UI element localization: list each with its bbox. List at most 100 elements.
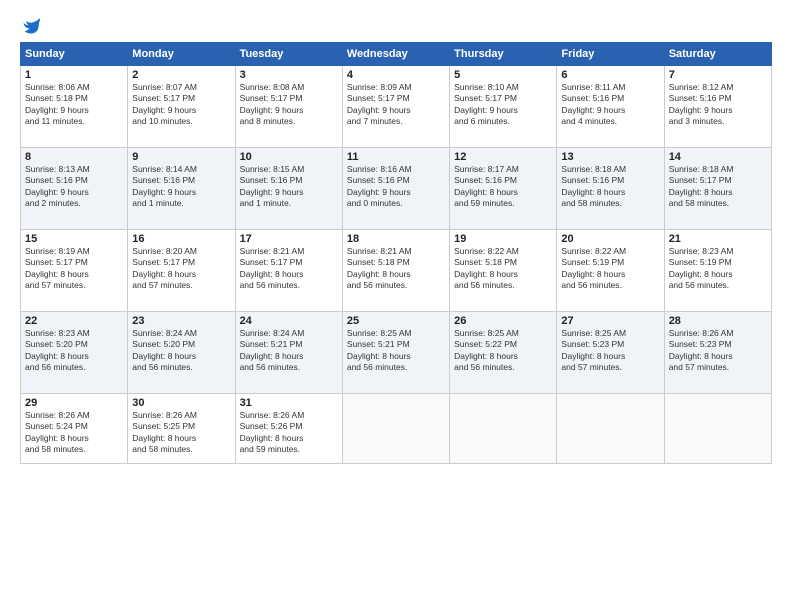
day-number: 7 <box>669 69 767 81</box>
day-info: Sunrise: 8:06 AMSunset: 5:18 PMDaylight:… <box>25 82 123 128</box>
calendar-day-cell: 2Sunrise: 8:07 AMSunset: 5:17 PMDaylight… <box>128 66 235 148</box>
calendar-day-cell: 3Sunrise: 8:08 AMSunset: 5:17 PMDaylight… <box>235 66 342 148</box>
day-info: Sunrise: 8:25 AMSunset: 5:21 PMDaylight:… <box>347 328 445 374</box>
day-info: Sunrise: 8:21 AMSunset: 5:17 PMDaylight:… <box>240 246 338 292</box>
day-number: 28 <box>669 315 767 327</box>
day-info: Sunrise: 8:08 AMSunset: 5:17 PMDaylight:… <box>240 82 338 128</box>
day-info: Sunrise: 8:16 AMSunset: 5:16 PMDaylight:… <box>347 164 445 210</box>
calendar-week-row: 1Sunrise: 8:06 AMSunset: 5:18 PMDaylight… <box>21 66 772 148</box>
day-number: 29 <box>25 397 123 409</box>
day-number: 22 <box>25 315 123 327</box>
calendar-day-cell: 29Sunrise: 8:26 AMSunset: 5:24 PMDayligh… <box>21 394 128 464</box>
calendar-day-cell: 17Sunrise: 8:21 AMSunset: 5:17 PMDayligh… <box>235 230 342 312</box>
weekday-header-monday: Monday <box>128 43 235 66</box>
day-number: 23 <box>132 315 230 327</box>
day-info: Sunrise: 8:07 AMSunset: 5:17 PMDaylight:… <box>132 82 230 128</box>
day-info: Sunrise: 8:25 AMSunset: 5:22 PMDaylight:… <box>454 328 552 374</box>
day-number: 16 <box>132 233 230 245</box>
calendar-day-cell: 19Sunrise: 8:22 AMSunset: 5:18 PMDayligh… <box>450 230 557 312</box>
day-info: Sunrise: 8:24 AMSunset: 5:20 PMDaylight:… <box>132 328 230 374</box>
day-number: 5 <box>454 69 552 81</box>
calendar-day-cell: 7Sunrise: 8:12 AMSunset: 5:16 PMDaylight… <box>664 66 771 148</box>
day-number: 15 <box>25 233 123 245</box>
weekday-header-friday: Friday <box>557 43 664 66</box>
calendar-day-cell <box>342 394 449 464</box>
calendar-day-cell: 18Sunrise: 8:21 AMSunset: 5:18 PMDayligh… <box>342 230 449 312</box>
calendar-day-cell <box>450 394 557 464</box>
calendar-day-cell: 26Sunrise: 8:25 AMSunset: 5:22 PMDayligh… <box>450 312 557 394</box>
day-number: 19 <box>454 233 552 245</box>
day-number: 24 <box>240 315 338 327</box>
day-number: 30 <box>132 397 230 409</box>
day-number: 2 <box>132 69 230 81</box>
calendar-day-cell: 9Sunrise: 8:14 AMSunset: 5:16 PMDaylight… <box>128 148 235 230</box>
day-number: 25 <box>347 315 445 327</box>
logo-bird-icon <box>22 16 42 36</box>
day-number: 10 <box>240 151 338 163</box>
calendar-day-cell: 14Sunrise: 8:18 AMSunset: 5:17 PMDayligh… <box>664 148 771 230</box>
calendar-day-cell <box>557 394 664 464</box>
day-number: 3 <box>240 69 338 81</box>
calendar-week-row: 22Sunrise: 8:23 AMSunset: 5:20 PMDayligh… <box>21 312 772 394</box>
day-number: 13 <box>561 151 659 163</box>
weekday-header-tuesday: Tuesday <box>235 43 342 66</box>
day-info: Sunrise: 8:20 AMSunset: 5:17 PMDaylight:… <box>132 246 230 292</box>
page: SundayMondayTuesdayWednesdayThursdayFrid… <box>0 0 792 612</box>
day-number: 9 <box>132 151 230 163</box>
calendar-day-cell: 21Sunrise: 8:23 AMSunset: 5:19 PMDayligh… <box>664 230 771 312</box>
weekday-header-thursday: Thursday <box>450 43 557 66</box>
calendar-day-cell: 23Sunrise: 8:24 AMSunset: 5:20 PMDayligh… <box>128 312 235 394</box>
weekday-header-wednesday: Wednesday <box>342 43 449 66</box>
calendar-day-cell: 1Sunrise: 8:06 AMSunset: 5:18 PMDaylight… <box>21 66 128 148</box>
calendar-day-cell <box>664 394 771 464</box>
calendar-day-cell: 24Sunrise: 8:24 AMSunset: 5:21 PMDayligh… <box>235 312 342 394</box>
day-number: 31 <box>240 397 338 409</box>
day-number: 1 <box>25 69 123 81</box>
calendar-day-cell: 15Sunrise: 8:19 AMSunset: 5:17 PMDayligh… <box>21 230 128 312</box>
day-number: 12 <box>454 151 552 163</box>
calendar-day-cell: 12Sunrise: 8:17 AMSunset: 5:16 PMDayligh… <box>450 148 557 230</box>
calendar-day-cell: 6Sunrise: 8:11 AMSunset: 5:16 PMDaylight… <box>557 66 664 148</box>
day-number: 18 <box>347 233 445 245</box>
day-info: Sunrise: 8:24 AMSunset: 5:21 PMDaylight:… <box>240 328 338 374</box>
day-number: 21 <box>669 233 767 245</box>
day-info: Sunrise: 8:18 AMSunset: 5:17 PMDaylight:… <box>669 164 767 210</box>
day-info: Sunrise: 8:18 AMSunset: 5:16 PMDaylight:… <box>561 164 659 210</box>
day-number: 20 <box>561 233 659 245</box>
calendar-week-row: 8Sunrise: 8:13 AMSunset: 5:16 PMDaylight… <box>21 148 772 230</box>
weekday-header-sunday: Sunday <box>21 43 128 66</box>
calendar-day-cell: 25Sunrise: 8:25 AMSunset: 5:21 PMDayligh… <box>342 312 449 394</box>
calendar-day-cell: 4Sunrise: 8:09 AMSunset: 5:17 PMDaylight… <box>342 66 449 148</box>
calendar-day-cell: 31Sunrise: 8:26 AMSunset: 5:26 PMDayligh… <box>235 394 342 464</box>
day-info: Sunrise: 8:23 AMSunset: 5:20 PMDaylight:… <box>25 328 123 374</box>
calendar-day-cell: 13Sunrise: 8:18 AMSunset: 5:16 PMDayligh… <box>557 148 664 230</box>
weekday-header-saturday: Saturday <box>664 43 771 66</box>
day-number: 11 <box>347 151 445 163</box>
calendar-day-cell: 5Sunrise: 8:10 AMSunset: 5:17 PMDaylight… <box>450 66 557 148</box>
day-info: Sunrise: 8:14 AMSunset: 5:16 PMDaylight:… <box>132 164 230 210</box>
calendar-day-cell: 16Sunrise: 8:20 AMSunset: 5:17 PMDayligh… <box>128 230 235 312</box>
day-info: Sunrise: 8:26 AMSunset: 5:25 PMDaylight:… <box>132 410 230 456</box>
day-info: Sunrise: 8:23 AMSunset: 5:19 PMDaylight:… <box>669 246 767 292</box>
calendar-day-cell: 11Sunrise: 8:16 AMSunset: 5:16 PMDayligh… <box>342 148 449 230</box>
calendar-day-cell: 30Sunrise: 8:26 AMSunset: 5:25 PMDayligh… <box>128 394 235 464</box>
calendar-day-cell: 27Sunrise: 8:25 AMSunset: 5:23 PMDayligh… <box>557 312 664 394</box>
day-info: Sunrise: 8:12 AMSunset: 5:16 PMDaylight:… <box>669 82 767 128</box>
day-info: Sunrise: 8:22 AMSunset: 5:18 PMDaylight:… <box>454 246 552 292</box>
calendar-day-cell: 10Sunrise: 8:15 AMSunset: 5:16 PMDayligh… <box>235 148 342 230</box>
day-info: Sunrise: 8:17 AMSunset: 5:16 PMDaylight:… <box>454 164 552 210</box>
day-info: Sunrise: 8:22 AMSunset: 5:19 PMDaylight:… <box>561 246 659 292</box>
calendar-table: SundayMondayTuesdayWednesdayThursdayFrid… <box>20 42 772 464</box>
day-number: 26 <box>454 315 552 327</box>
day-info: Sunrise: 8:21 AMSunset: 5:18 PMDaylight:… <box>347 246 445 292</box>
day-info: Sunrise: 8:15 AMSunset: 5:16 PMDaylight:… <box>240 164 338 210</box>
day-number: 4 <box>347 69 445 81</box>
day-info: Sunrise: 8:26 AMSunset: 5:24 PMDaylight:… <box>25 410 123 456</box>
day-info: Sunrise: 8:11 AMSunset: 5:16 PMDaylight:… <box>561 82 659 128</box>
calendar-week-row: 29Sunrise: 8:26 AMSunset: 5:24 PMDayligh… <box>21 394 772 464</box>
day-info: Sunrise: 8:13 AMSunset: 5:16 PMDaylight:… <box>25 164 123 210</box>
header <box>20 16 772 36</box>
day-number: 6 <box>561 69 659 81</box>
weekday-header-row: SundayMondayTuesdayWednesdayThursdayFrid… <box>21 43 772 66</box>
calendar-week-row: 15Sunrise: 8:19 AMSunset: 5:17 PMDayligh… <box>21 230 772 312</box>
